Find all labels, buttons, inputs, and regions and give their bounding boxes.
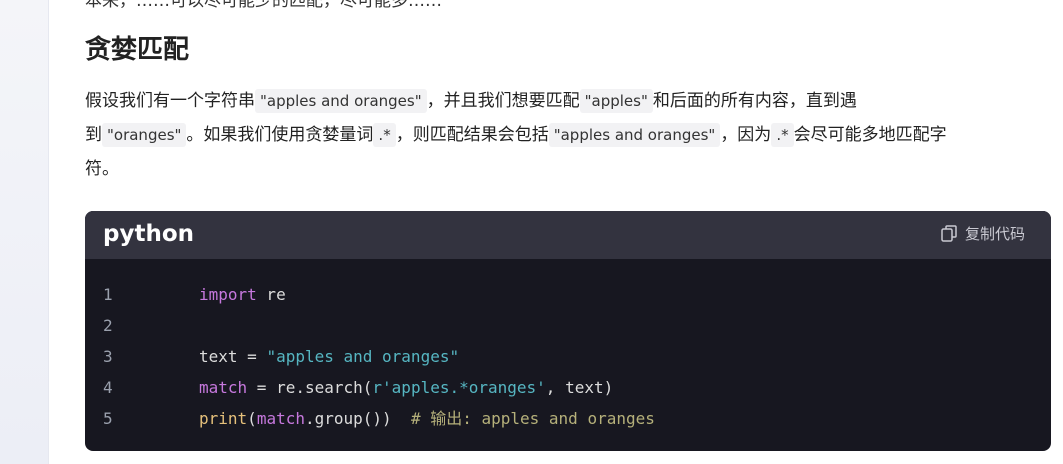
text-segment: ，则匹配结果会包括 (395, 125, 549, 145)
inline-code: "apples and oranges" (548, 123, 721, 147)
code-text: text = "apples and oranges" (199, 341, 459, 372)
line-number: 5 (103, 409, 113, 428)
left-sidebar-rail (0, 0, 49, 464)
code-token: match (199, 378, 248, 397)
code-line: 3 text = "apples and oranges" (85, 341, 1051, 372)
text-segment: 到 (85, 125, 102, 145)
code-token: # 输出: apples and oranges (410, 409, 655, 428)
paragraph-line-1: 假设我们有一个字符串 "apples and oranges" ，并且我们想要匹配 "… (85, 84, 1045, 118)
copy-code-label: 复制代码 (964, 225, 1025, 243)
inline-code: "oranges" (102, 123, 187, 147)
line-number: 4 (103, 378, 113, 397)
explanation-paragraph: 假设我们有一个字符串 "apples and oranges" ，并且我们想要匹配 "… (85, 84, 1045, 186)
code-token: r'apples.*oranges' (372, 378, 546, 397)
text-segment: ，因为 (720, 125, 772, 145)
code-token: = re.search( (247, 378, 373, 397)
inline-code: "apples" (579, 89, 653, 113)
code-language-label: python (103, 221, 195, 247)
line-number: 2 (103, 316, 113, 335)
code-text: import re (199, 279, 286, 310)
paragraph-line-2: 到 "oranges" 。如果我们使用贪婪量词 .* ，则匹配结果会包括 "apples … (85, 118, 1045, 152)
inline-code: .* (771, 123, 794, 147)
text-segment: 。如果我们使用贪婪量词 (186, 125, 374, 145)
code-line: 2 (85, 310, 1051, 341)
section-heading: 贪婪匹配 (85, 35, 190, 65)
line-number: 3 (103, 347, 113, 366)
inline-code: "apples and oranges" (255, 89, 427, 113)
code-token: re (256, 285, 286, 304)
code-block: python 复制代码 1 import re 2 3 text = "apples a… (85, 211, 1051, 451)
code-token: "apples and oranges" (266, 347, 460, 366)
code-token: .group()) (304, 409, 411, 428)
code-token: import (199, 285, 257, 304)
code-text: match = re.search(r'apples.*oranges', te… (199, 372, 613, 403)
code-line: 5 print(match.group()) # 输出: apples and o… (85, 403, 1051, 434)
text-segment: 和后面的所有内容，直到遇 (652, 91, 857, 111)
line-number: 1 (103, 285, 113, 304)
code-block-header: python 复制代码 (85, 211, 1051, 259)
paragraph-line-3: 符。 (85, 159, 119, 179)
copy-icon (941, 225, 957, 242)
copy-code-button[interactable]: 复制代码 (941, 223, 1025, 244)
code-body: 1 import re 2 3 text = "apples and oranges" 4… (85, 259, 1051, 434)
code-token: print (199, 409, 248, 428)
code-token: , text) (545, 378, 614, 397)
code-text: print(match.group()) # 输出: apples and or… (199, 403, 655, 434)
text-segment: ，并且我们想要匹配 (426, 91, 580, 111)
code-token: match (256, 409, 305, 428)
text-segment: 会尽可能多地匹配字 (793, 125, 947, 145)
text-segment: 假设我们有一个字符串 (85, 91, 255, 111)
code-line: 4 match = re.search(r'apples.*oranges', t… (85, 372, 1051, 403)
inline-code: .* (373, 123, 396, 147)
code-token: ( (247, 409, 257, 428)
code-line: 1 import re (85, 279, 1051, 310)
previous-paragraph-tail: 本来，……可以尽可能少的匹配，尽可能多…… (85, 0, 442, 11)
code-token: text = (199, 347, 267, 366)
